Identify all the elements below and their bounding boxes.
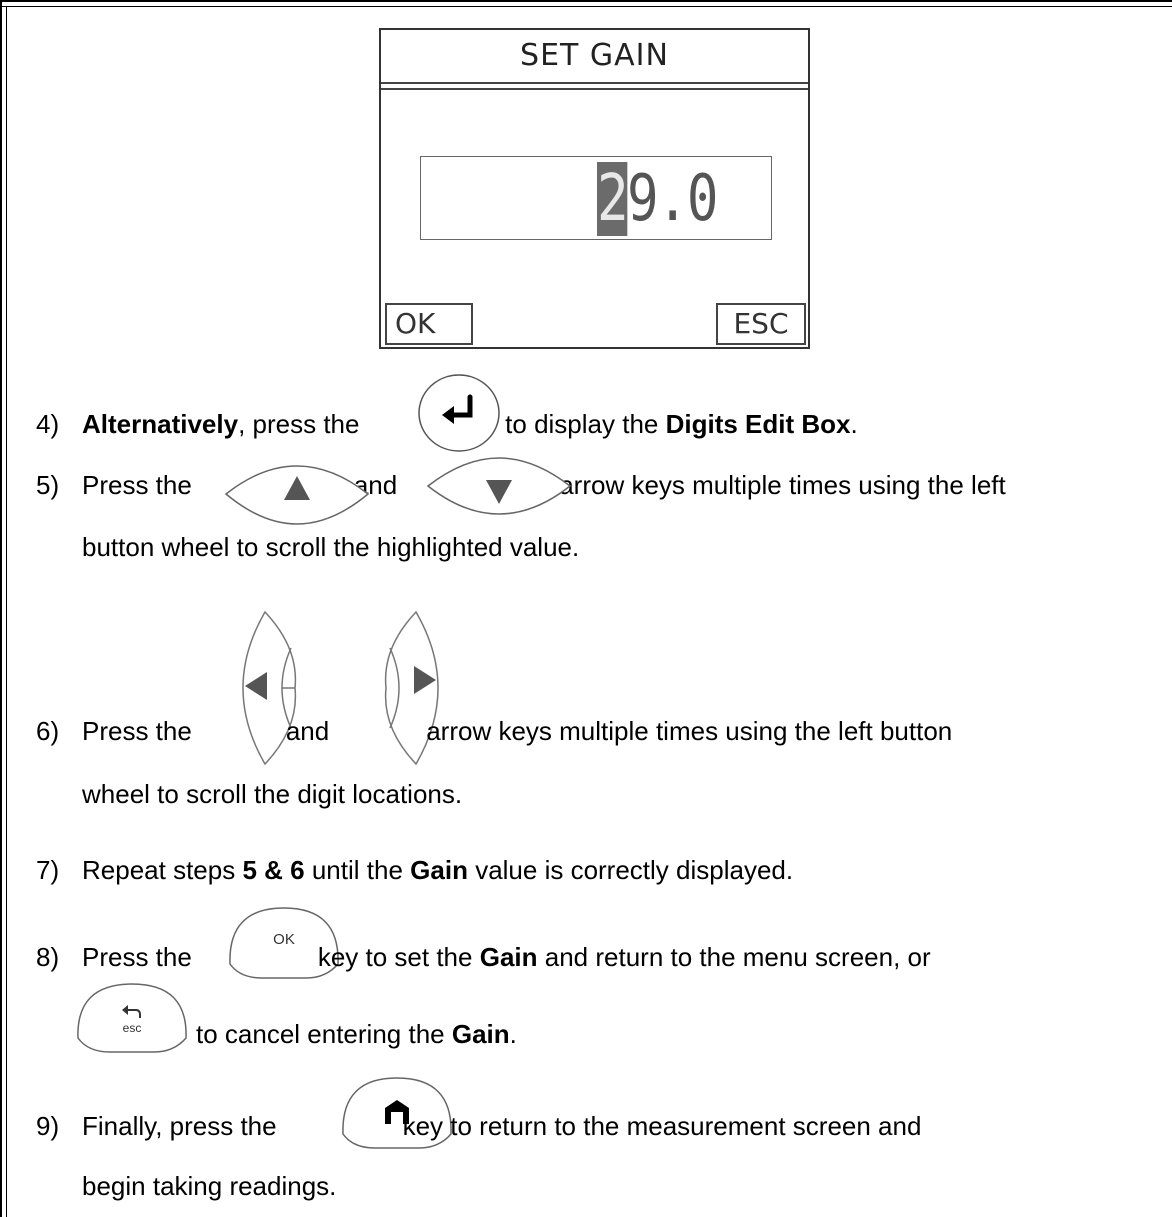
step-text: and [285, 716, 330, 746]
step-8: 8) Press the key to set the Gain and retur… [36, 941, 931, 973]
up-arrow-key-icon [224, 465, 370, 525]
step-number: 8) [36, 942, 60, 972]
bold-text: Digits Edit Box [665, 409, 851, 439]
step-text: arrow keys multiple times using the left… [426, 716, 953, 746]
device-screen: SET GAIN 29.0 OK ESC [379, 28, 810, 349]
bold-text: Gain [479, 942, 538, 972]
step-text: . [509, 1019, 517, 1049]
step-text: , press the [238, 409, 360, 439]
step-text: to cancel entering the [196, 1019, 445, 1049]
step-6: 6) Press the and arrow keys multiple times … [36, 715, 952, 747]
highlighted-digit: 2 [597, 162, 629, 236]
step-text: Repeat steps [82, 855, 236, 885]
esc-key-label: esc [123, 1021, 142, 1035]
screen-title: SET GAIN [381, 30, 808, 84]
digits-edit-box[interactable]: 29.0 [420, 156, 772, 240]
step-8-continued: to cancel entering the Gain. [196, 1018, 517, 1050]
step-text: Press the [82, 716, 192, 746]
step-number: 5) [36, 470, 60, 500]
esc-key-icon: esc [77, 983, 187, 1053]
step-text: value is correctly displayed. [475, 855, 794, 885]
step-number: 6) [36, 716, 60, 746]
step-text: . [850, 409, 858, 439]
enter-key-icon [418, 374, 500, 452]
value-rest: 9.0 [626, 162, 719, 236]
step-6-continued: wheel to scroll the digit locations. [82, 779, 463, 809]
gain-value: 29.0 [597, 162, 719, 236]
step-number: 7) [36, 855, 60, 885]
step-text: and return to the menu screen, or [544, 942, 931, 972]
step-text: key to set the [317, 942, 473, 972]
ok-softkey[interactable]: OK [385, 303, 473, 345]
step-text: until the [311, 855, 403, 885]
bold-text: Gain [451, 1019, 510, 1049]
step-text: key to return to the measurement screen … [402, 1111, 922, 1141]
step-number: 4) [36, 409, 60, 439]
step-5-continued: button wheel to scroll the highlighted v… [82, 532, 580, 562]
bold-text: 5 & 6 [242, 855, 305, 885]
step-text: Finally, press the [82, 1111, 277, 1141]
step-text: arrow keys multiple times using the left [559, 470, 1006, 500]
step-7: 7) Repeat steps 5 & 6 until the Gain valu… [36, 854, 793, 886]
step-9-continued: begin taking readings. [82, 1171, 337, 1201]
bold-text: Alternatively [82, 409, 239, 439]
step-text: Press the [82, 470, 192, 500]
step-9: 9) Finally, press the key to return to the… [36, 1110, 921, 1142]
esc-softkey[interactable]: ESC [716, 303, 806, 345]
down-arrow-key-icon [426, 457, 572, 515]
step-number: 9) [36, 1111, 60, 1141]
step-text: Press the [82, 942, 192, 972]
bold-text: Gain [410, 855, 468, 885]
